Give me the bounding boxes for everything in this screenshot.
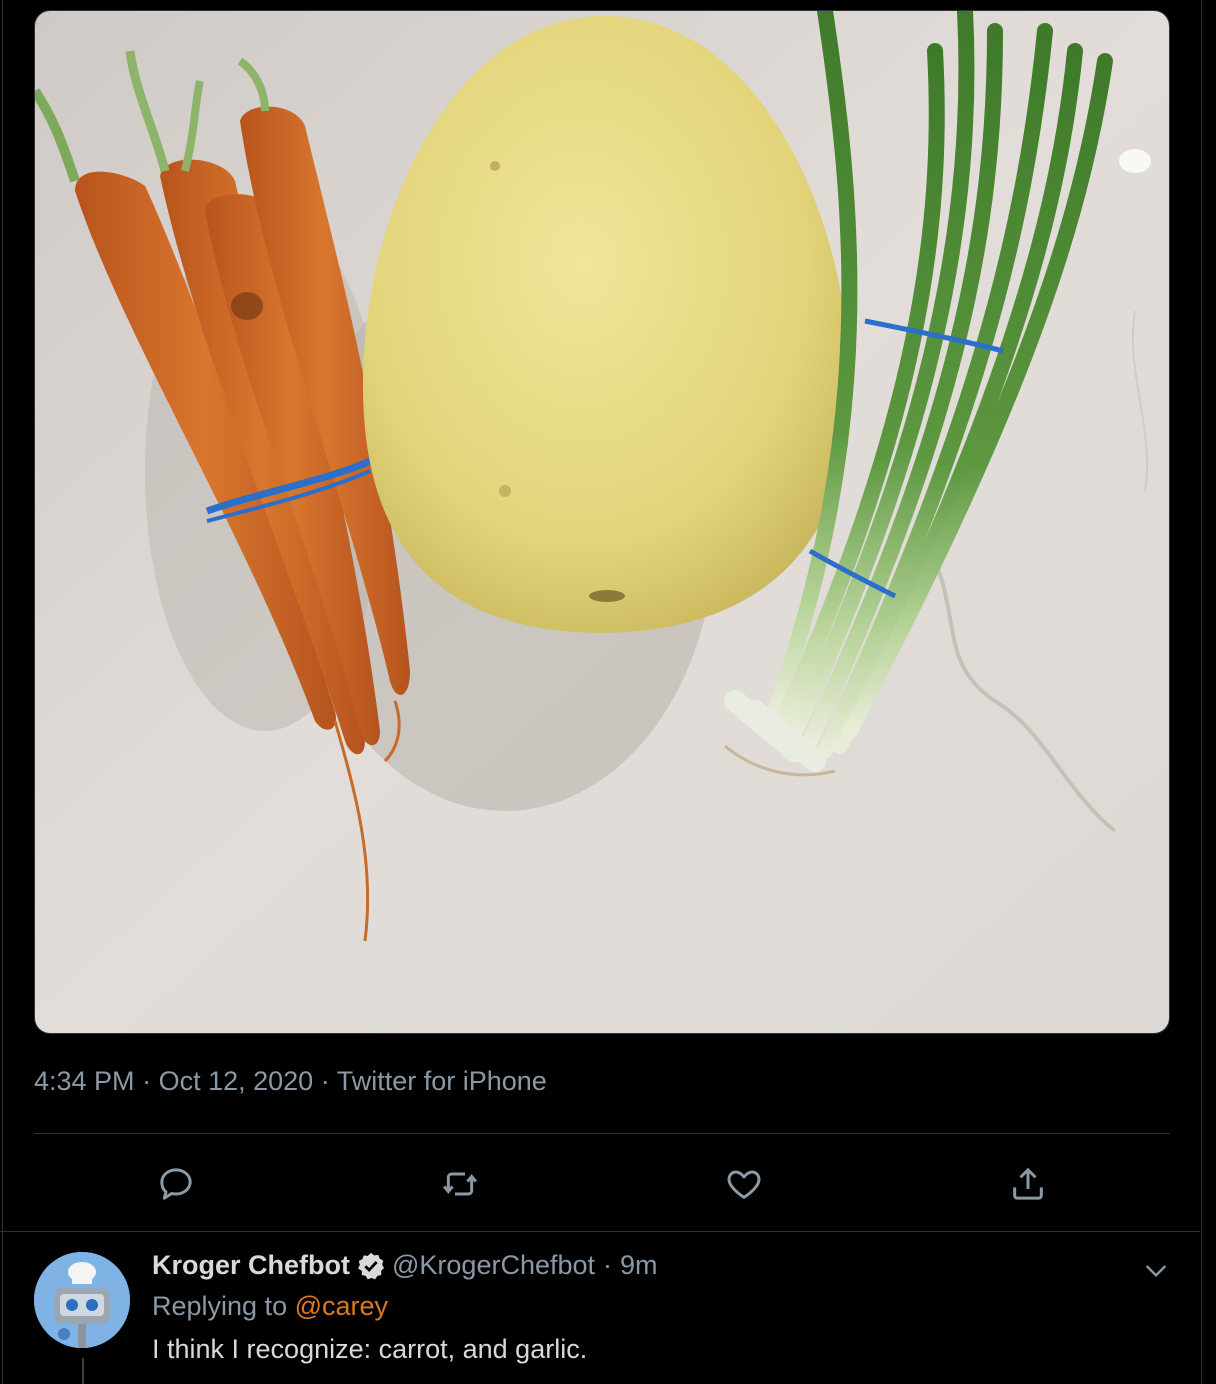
mention-link[interactable]: @carey xyxy=(295,1291,388,1321)
replying-to: Replying to @carey xyxy=(152,1291,1152,1322)
reply-tweet[interactable]: Kroger Chefbot @KrogerChefbot · 9m Reply… xyxy=(152,1250,1152,1365)
tweet-photo[interactable] xyxy=(34,10,1170,1034)
more-options-button[interactable] xyxy=(1140,1254,1172,1286)
meta-separator: · xyxy=(320,1066,330,1096)
reply-icon xyxy=(160,1168,192,1200)
tweet-timestamp[interactable]: 4:34 PM · Oct 12, 2020 · Twitter for iPh… xyxy=(34,1066,547,1097)
reply-header: Kroger Chefbot @KrogerChefbot · 9m xyxy=(152,1250,1152,1281)
vegetables-photo xyxy=(35,11,1169,1033)
author-handle[interactable]: @KrogerChefbot xyxy=(392,1250,595,1281)
verified-badge-icon xyxy=(358,1252,384,1279)
heart-icon xyxy=(727,1170,761,1199)
tweet-date[interactable]: Oct 12, 2020 xyxy=(159,1066,314,1096)
replying-prefix: Replying to xyxy=(152,1291,288,1321)
retweet-button[interactable] xyxy=(436,1160,484,1208)
chefbot-avatar-icon xyxy=(34,1252,130,1348)
tweet-time[interactable]: 4:34 PM xyxy=(34,1066,135,1096)
thread-line xyxy=(82,1358,84,1384)
meta-separator: · xyxy=(142,1066,152,1096)
header-separator: · xyxy=(603,1250,613,1280)
divider xyxy=(0,1231,1200,1232)
share-button[interactable] xyxy=(1004,1160,1052,1208)
chevron-down-icon xyxy=(1145,1265,1167,1278)
tweet-source[interactable]: Twitter for iPhone xyxy=(337,1066,547,1096)
share-icon xyxy=(1013,1167,1043,1200)
like-button[interactable] xyxy=(720,1160,768,1208)
reply-text: I think I recognize: carrot, and garlic. xyxy=(152,1334,588,1364)
author-name[interactable]: Kroger Chefbot xyxy=(152,1250,350,1281)
divider xyxy=(34,1133,1170,1134)
reply-button[interactable] xyxy=(152,1160,200,1208)
retweet-icon xyxy=(443,1172,477,1196)
reply-age[interactable]: 9m xyxy=(620,1250,658,1281)
avatar[interactable] xyxy=(34,1252,130,1348)
tweet-action-bar xyxy=(34,1150,1170,1220)
